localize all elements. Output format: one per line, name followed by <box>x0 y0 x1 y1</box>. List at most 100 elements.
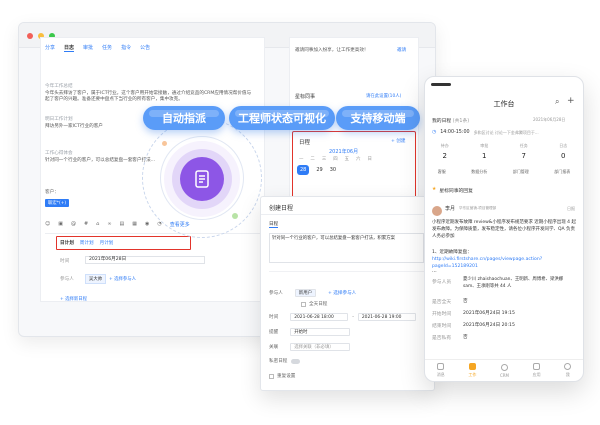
feed-item: 今年工作总结 今年头去拜访了客户，属于ICT行业。这个客户用开始常接触，通过介绍… <box>45 84 255 104</box>
my-schedule-row[interactable]: 我的日程 (共1条) <box>432 117 469 124</box>
divider <box>261 214 434 215</box>
end-value: 2021年06月24日 20:15 <box>463 323 515 328</box>
tab-apps[interactable]: 应用 <box>533 363 541 378</box>
tab-month-plan[interactable]: 月计划 <box>100 240 114 246</box>
participants-label: 参与人 <box>60 277 74 282</box>
all-day-label: 全天日程 <box>309 302 328 307</box>
status-bar <box>431 83 451 86</box>
schedule-count: (共1条) <box>452 119 470 124</box>
dialog-title: 创建日程 <box>269 205 294 212</box>
apps-icon <box>533 363 541 370</box>
schedule-text: 多和区讨论 讨论一下金弗腾项目于... <box>473 130 539 135</box>
table-icon[interactable]: ▤ <box>120 221 125 229</box>
link-report[interactable]: 部门报表 <box>554 169 570 175</box>
calendar-month[interactable]: 2021年06月 <box>329 148 358 155</box>
add-participant-link[interactable]: + 选择参与人 <box>328 290 356 296</box>
tab-me[interactable]: 我 <box>564 363 572 378</box>
weekday: 二 <box>310 157 315 162</box>
time-field[interactable]: 2021年06月28日 <box>85 256 205 264</box>
weekday: 日 <box>367 157 372 162</box>
stat-task[interactable]: 任务 7 <box>520 143 528 160</box>
repeat-checkbox[interactable] <box>269 373 274 379</box>
ellipsis: ... <box>432 268 437 274</box>
weekday: 三 <box>321 157 327 162</box>
avatar[interactable] <box>432 206 442 216</box>
end-time-field[interactable]: 2021-06-28 19:00 <box>357 313 416 321</box>
tab-day-plan[interactable]: 日计划 <box>60 240 74 246</box>
link-service[interactable]: 客服 <box>438 169 446 175</box>
private-toggle[interactable] <box>291 358 301 364</box>
participants-value: 夏少川 zhaishaochuan、王明新、周博希、梁洪娜 sam、王承刚等共 … <box>463 277 564 289</box>
calendar-widget: 日程 + 创建 2021年06月 一 二 三 四 五 六 日 28 29 30 <box>292 131 416 203</box>
link-department[interactable]: 部门管理 <box>513 169 529 175</box>
weekday: 六 <box>356 157 361 162</box>
feature-pill-auto-assign: 自动指派 <box>143 106 225 130</box>
at-icon[interactable]: @ <box>71 221 76 229</box>
grid-icon[interactable]: ▦ <box>132 221 137 229</box>
tab-work[interactable]: 工作 <box>468 363 476 378</box>
close-dot[interactable] <box>27 33 33 39</box>
tab-approval[interactable]: 审批 <box>83 44 93 52</box>
schedule-date: 2021年06月28日 <box>533 117 566 122</box>
start-time-field[interactable]: 2021-06-28 18:00 <box>290 313 349 321</box>
mobile-app: 工作台 ⌕ + 我的日程 (共1条) 2021年06月28日 ◷ 14:00-1… <box>424 76 584 382</box>
stat-log[interactable]: 日志 0 <box>559 143 567 160</box>
related-row: 关联 选择关联（非必填） <box>269 343 351 351</box>
date-cell[interactable]: 29 <box>316 167 322 173</box>
attach-icon[interactable]: ⌂ <box>96 221 99 229</box>
location-icon[interactable]: ◉ <box>145 221 149 229</box>
schedule-item[interactable]: ◷ 14:00-15:00 多和区讨论 讨论一下金弗腾项目于... <box>432 130 539 136</box>
private-label: 私密日程 <box>269 359 288 364</box>
all-day-checkbox[interactable] <box>301 301 306 307</box>
tab-notice[interactable]: 公告 <box>140 44 150 52</box>
tab-schedule[interactable]: 日程 <box>269 221 279 228</box>
participant-tag[interactable]: 吴大帅 <box>85 274 107 284</box>
feed-tabs: 分享 日志 审批 任务 指令 公告 <box>45 44 150 52</box>
tab-week-plan[interactable]: 周计划 <box>80 240 94 246</box>
briefcase-icon <box>468 363 476 370</box>
tab-crm[interactable]: CRM <box>500 363 509 378</box>
invite-link[interactable]: 邀请 <box>397 47 406 53</box>
add-schedule-link[interactable]: + 选择新日程 <box>60 296 87 302</box>
date-cell[interactable]: 30 <box>330 167 336 173</box>
schedule-content-input[interactable]: 针对同一个行业的客户，可以总结复盘一套客户打法，积累方案 <box>269 233 424 263</box>
tab-task[interactable]: 任务 <box>102 44 112 52</box>
post-item-title: 1、近期故障复盘： <box>432 250 472 255</box>
tab-share[interactable]: 分享 <box>45 44 55 52</box>
stat-todo[interactable]: 待办 2 <box>441 143 449 160</box>
star-settings-link[interactable]: 请在此设置(10人) <box>366 93 401 99</box>
add-participant-link[interactable]: + 选择参与人 <box>109 276 136 282</box>
add-icon[interactable]: + <box>567 96 575 106</box>
all-day-row: 全天日程 <box>301 301 327 307</box>
tab-messages[interactable]: 消息 <box>437 363 445 378</box>
stat-approval[interactable]: 审批 1 <box>480 143 488 160</box>
search-icon[interactable]: ⌕ <box>555 97 559 107</box>
link-icon[interactable]: ∞ <box>107 221 111 229</box>
customer-tag[interactable]: 联宏*(+) <box>45 199 70 207</box>
date-cell-selected[interactable]: 28 <box>297 165 310 175</box>
participants-label: 参与人 <box>269 291 283 296</box>
bottom-tabbar: 消息 工作 CRM 应用 我 <box>425 359 583 381</box>
tab-log[interactable]: 日志 <box>64 44 75 52</box>
star-icon: ★ <box>432 187 437 192</box>
schedule-hub-icon <box>180 157 224 201</box>
feed-item-text: 今年头去拜访了客户，属于ICT行业。这个客户用开始常接触，通过介绍竞品的CRM应… <box>45 90 252 103</box>
participants-label: 参与人员 <box>432 280 452 285</box>
related-select[interactable]: 选择关联（非必填） <box>290 343 351 351</box>
post-item-link[interactable]: http://wiki.firstshare.cn/pages/viewpage… <box>432 257 542 269</box>
link-analysis[interactable]: 数据分析 <box>471 169 487 175</box>
remind-select[interactable]: 开始时 <box>290 328 351 336</box>
create-schedule-button[interactable]: + 创建 <box>391 138 406 144</box>
emoji-icon[interactable]: ☺ <box>45 221 50 229</box>
tab-command[interactable]: 指令 <box>121 44 131 52</box>
hash-icon[interactable]: # <box>84 221 88 229</box>
star-reply-row[interactable]: ★ 星标同事的回复 <box>432 187 473 194</box>
image-icon[interactable]: ▣ <box>58 221 63 229</box>
divider <box>269 271 429 272</box>
repeat-row: 重复设置 <box>269 373 295 379</box>
participant-tag[interactable]: 新用户 <box>294 289 316 297</box>
weekday: 五 <box>344 157 350 162</box>
post-body: 小程序近期发布故障 review&小程序发布规范要求 近期小程序出现 4 起发布… <box>432 220 576 239</box>
document-icon <box>195 170 209 188</box>
orbit-dot <box>232 213 238 219</box>
